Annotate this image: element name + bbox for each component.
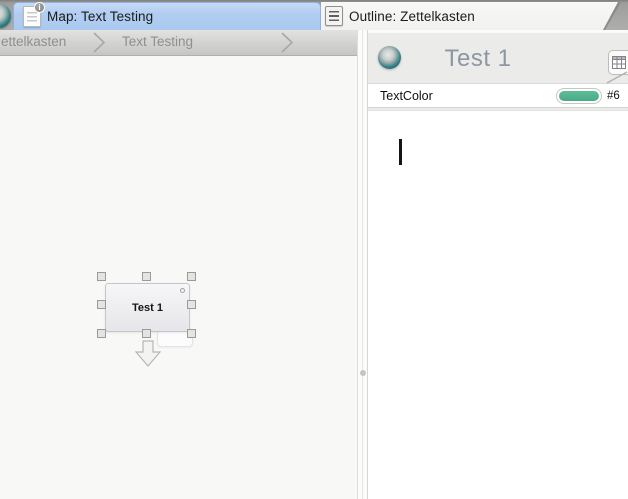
app-window: { "tab_bar": { "tabs": [ { "label": "Map… bbox=[0, 0, 628, 499]
window-corner-ball-icon bbox=[0, 4, 11, 28]
breadcrumb-item-zettelkasten[interactable]: ettelkasten bbox=[1, 34, 66, 49]
outline-icon-lines bbox=[329, 11, 339, 22]
breadcrumb-item-text-testing[interactable]: Text Testing bbox=[122, 34, 193, 49]
key-attribute-row[interactable]: TextColor #6 bbox=[368, 84, 628, 108]
map-node-test1[interactable]: Test 1 bbox=[105, 283, 190, 332]
text-caret bbox=[399, 139, 402, 165]
divider-line bbox=[362, 30, 363, 499]
outline-icon bbox=[325, 6, 343, 26]
selection-handle-mid-right[interactable] bbox=[187, 300, 196, 309]
link-creation-arrow-icon[interactable] bbox=[134, 340, 162, 368]
color-swatch-fill bbox=[559, 91, 599, 101]
selection-handle-mid-left[interactable] bbox=[97, 300, 106, 309]
map-view[interactable]: Test 1 bbox=[0, 56, 357, 499]
tab-bar: i Map: Text Testing Outline: Zettelkaste… bbox=[0, 0, 628, 30]
text-pane: Test 1 TextColor #6 bbox=[368, 30, 628, 499]
tab-outline-surface: Outline: Zettelkasten bbox=[321, 2, 621, 30]
attribute-name: TextColor bbox=[380, 89, 433, 103]
selection-handle-bottom-left[interactable] bbox=[97, 329, 106, 338]
breadcrumb: ettelkasten Text Testing bbox=[0, 30, 357, 56]
node-corner-dot-icon bbox=[180, 288, 185, 293]
text-pane-header: Test 1 bbox=[368, 30, 628, 84]
selection-handle-bottom-center[interactable] bbox=[142, 329, 151, 338]
tab-label-map: Map: Text Testing bbox=[47, 9, 153, 24]
chevron-right-icon bbox=[280, 32, 295, 53]
table-grid-icon bbox=[612, 56, 626, 69]
document-icon: i bbox=[23, 6, 41, 27]
tab-outline-zettelkasten[interactable]: Outline: Zettelkasten bbox=[321, 2, 621, 30]
selection-handle-top-center[interactable] bbox=[142, 272, 151, 281]
map-node-title: Test 1 bbox=[132, 302, 163, 314]
document-icon-lines bbox=[27, 12, 37, 23]
selection-handle-top-right[interactable] bbox=[187, 272, 196, 281]
note-text-area[interactable] bbox=[368, 111, 628, 497]
selection-handle-bottom-right[interactable] bbox=[187, 329, 196, 338]
tab-map-text-testing[interactable]: i Map: Text Testing bbox=[13, 2, 321, 30]
tab-label-outline: Outline: Zettelkasten bbox=[349, 9, 475, 24]
corner-fold-line-icon bbox=[606, 70, 628, 85]
selection-handle-top-left[interactable] bbox=[97, 272, 106, 281]
divider-drag-dot-icon[interactable] bbox=[360, 370, 366, 376]
attribute-value[interactable]: #6 bbox=[607, 90, 628, 102]
info-badge-icon: i bbox=[34, 2, 45, 13]
note-title[interactable]: Test 1 bbox=[368, 45, 588, 73]
pane-divider[interactable] bbox=[357, 30, 368, 499]
chevron-right-icon bbox=[92, 32, 107, 53]
color-swatch[interactable] bbox=[556, 88, 602, 104]
